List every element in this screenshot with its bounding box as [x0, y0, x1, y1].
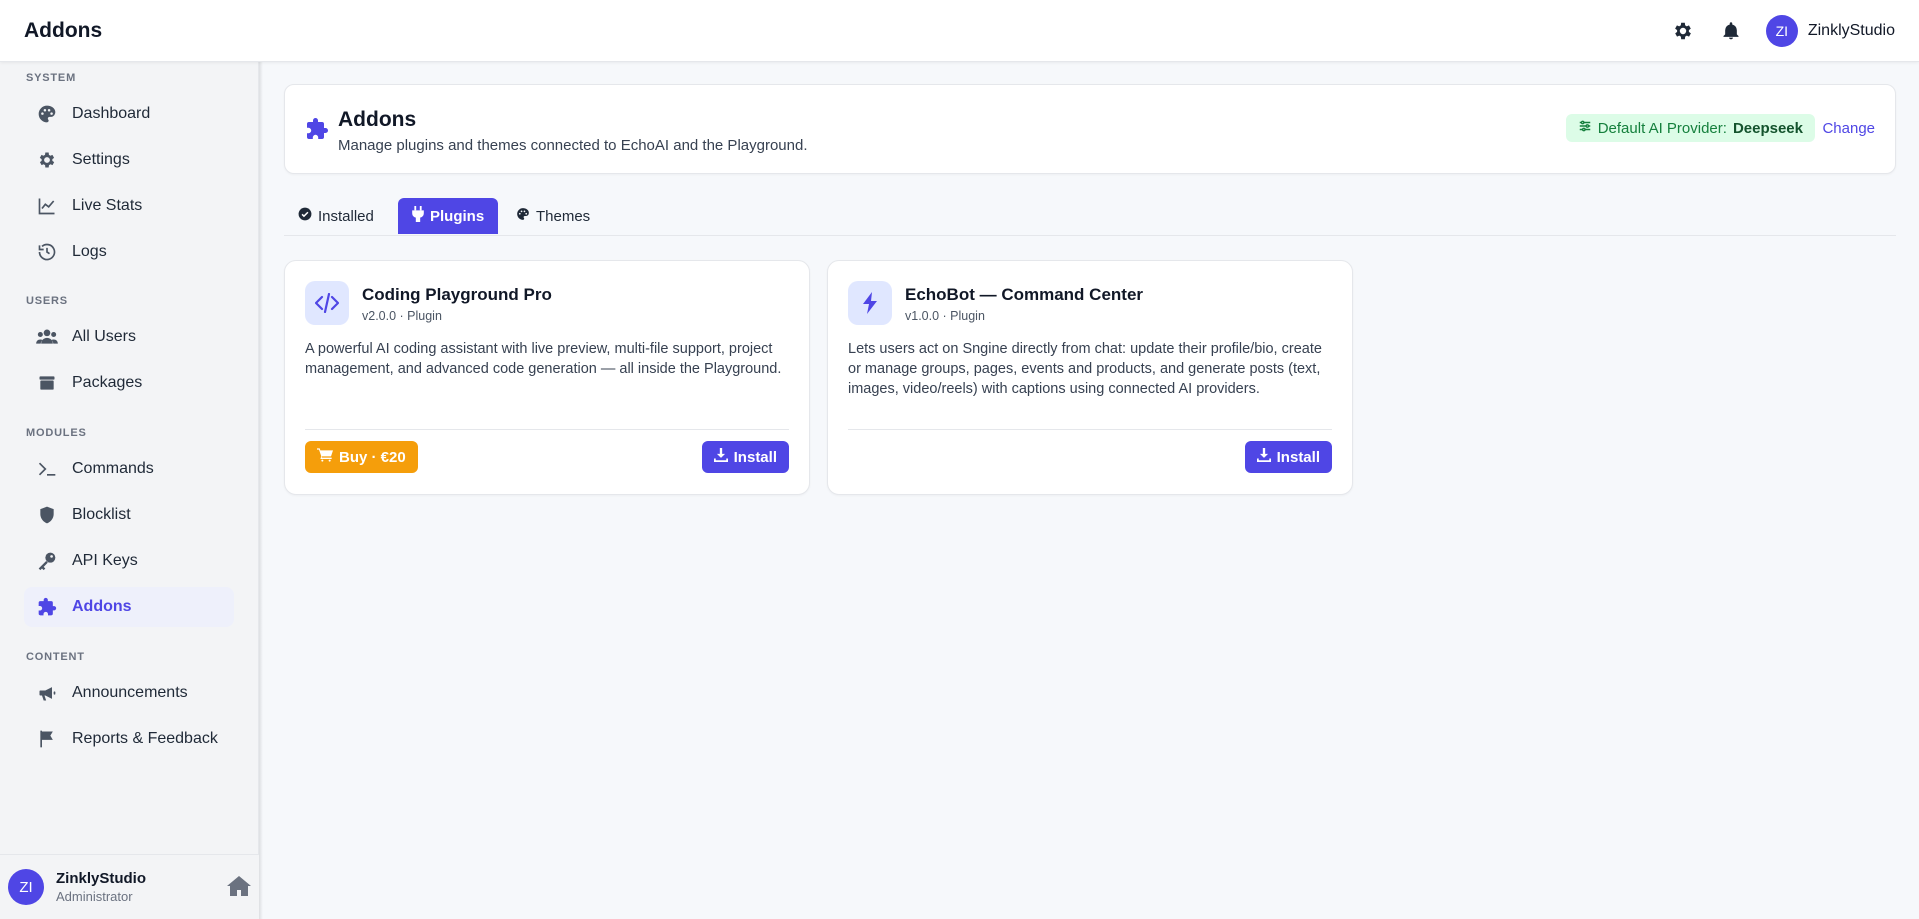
- top-bar-actions: ZI ZinklyStudio: [1670, 14, 1895, 47]
- addon-title: Coding Playground Pro: [362, 285, 552, 304]
- default-provider-badge: Default AI Provider: Deepseek: [1565, 114, 1815, 142]
- page-subtitle: Manage plugins and themes connected to E…: [338, 137, 808, 154]
- chart-line-icon: [36, 195, 58, 217]
- sidebar-item-blocklist[interactable]: Blocklist: [24, 495, 234, 535]
- sidebar-item-commands[interactable]: Commands: [24, 449, 234, 489]
- key-icon: [36, 550, 58, 572]
- sidebar-item-api-keys[interactable]: API Keys: [24, 541, 234, 581]
- bell-icon[interactable]: [1718, 18, 1744, 44]
- sidebar-item-reports-feedback[interactable]: Reports & Feedback: [24, 719, 234, 759]
- sidebar-item-packages[interactable]: Packages: [24, 363, 234, 403]
- sidebar-item-label: Settings: [72, 151, 130, 168]
- card-divider: [848, 429, 1332, 430]
- sliders-icon: [1578, 119, 1592, 137]
- puzzle-icon: [305, 117, 329, 146]
- page-header-card: Addons Manage plugins and themes connect…: [284, 84, 1896, 174]
- user-name: ZinklyStudio: [1807, 21, 1895, 39]
- sidebar-item-label: Dashboard: [72, 105, 151, 122]
- sidebar-item-addons[interactable]: Addons: [24, 587, 234, 627]
- tab-label: Installed: [318, 207, 374, 225]
- sidebar-item-label: Blocklist: [72, 506, 131, 523]
- addon-card-coding-playground: Coding Playground Pro v2.0.0 · Plugin A …: [284, 260, 810, 495]
- addon-card-echobot: EchoBot — Command Center v1.0.0 · Plugin…: [827, 260, 1353, 495]
- history-icon: [36, 241, 58, 263]
- page-title: Addons: [338, 108, 417, 131]
- sidebar-footer: ZI ZinklyStudio Administrator: [0, 854, 259, 919]
- user-role: Administrator: [56, 889, 133, 904]
- sidebar-item-label: Announcements: [72, 684, 188, 701]
- plug-icon: [412, 206, 424, 226]
- sidebar-item-settings[interactable]: Settings: [24, 140, 234, 180]
- palette-icon: [36, 103, 58, 125]
- sidebar-item-label: Live Stats: [72, 197, 143, 214]
- bolt-icon: [848, 281, 892, 325]
- section-label-users: USERS: [26, 295, 68, 307]
- sidebar-item-label: Packages: [72, 374, 143, 391]
- install-button[interactable]: Install: [1244, 441, 1332, 473]
- provider-value: Deepseek: [1732, 119, 1803, 137]
- sidebar-item-label: Addons: [72, 598, 132, 615]
- sidebar: SYSTEM Dashboard Settings Live Stats Log…: [0, 62, 259, 919]
- addon-description: A powerful AI coding assistant with live…: [305, 341, 782, 377]
- tab-plugins[interactable]: Plugins: [398, 198, 499, 234]
- gear-icon[interactable]: [1670, 18, 1696, 44]
- tab-label: Themes: [536, 207, 591, 225]
- avatar: ZI: [1765, 14, 1798, 47]
- sidebar-item-label: Commands: [72, 460, 154, 477]
- cart-icon: [317, 448, 333, 466]
- sidebar-item-all-users[interactable]: All Users: [24, 317, 234, 357]
- palette-icon: [516, 207, 530, 225]
- download-icon: [1256, 448, 1271, 466]
- sidebar-shadow: [259, 62, 263, 919]
- sidebar-item-announcements[interactable]: Announcements: [24, 673, 234, 713]
- section-label-content: CONTENT: [26, 651, 85, 663]
- app-title: Addons: [24, 18, 103, 42]
- tab-label: Plugins: [430, 207, 485, 225]
- provider-label: Default AI Provider:: [1597, 119, 1727, 137]
- megaphone-icon: [36, 682, 58, 704]
- home-icon[interactable]: [227, 875, 251, 902]
- change-provider-link[interactable]: Change: [1822, 120, 1875, 137]
- sidebar-item-logs[interactable]: Logs: [24, 232, 234, 272]
- gear-icon: [36, 149, 58, 171]
- section-label-modules: MODULES: [26, 427, 87, 439]
- addon-meta: v1.0.0 · Plugin: [905, 309, 985, 323]
- tab-themes[interactable]: Themes: [502, 198, 604, 234]
- install-label: Install: [1276, 448, 1320, 466]
- sidebar-item-label: Logs: [72, 243, 107, 260]
- addon-title: EchoBot — Command Center: [905, 285, 1144, 304]
- code-icon: [305, 281, 349, 325]
- sidebar-item-live-stats[interactable]: Live Stats: [24, 186, 234, 226]
- addon-meta: v2.0.0 · Plugin: [362, 309, 442, 323]
- sidebar-item-label: Reports & Feedback: [72, 730, 218, 747]
- sidebar-item-label: API Keys: [72, 552, 138, 569]
- shield-icon: [36, 504, 58, 526]
- sidebar-item-label: All Users: [72, 328, 137, 345]
- install-button[interactable]: Install: [701, 441, 789, 473]
- buy-button[interactable]: Buy · €20: [305, 441, 418, 473]
- download-icon: [713, 448, 728, 466]
- section-label-system: SYSTEM: [26, 72, 77, 84]
- user-menu[interactable]: ZI ZinklyStudio: [1765, 14, 1895, 47]
- tab-installed[interactable]: Installed: [284, 198, 388, 234]
- box-icon: [36, 372, 58, 394]
- addon-tabs: Installed Plugins Themes: [284, 198, 1896, 236]
- card-divider: [305, 429, 789, 430]
- puzzle-icon: [36, 596, 58, 618]
- terminal-icon: [36, 458, 58, 480]
- buy-label: Buy · €20: [339, 448, 406, 466]
- install-label: Install: [733, 448, 777, 466]
- user-name: ZinklyStudio: [56, 870, 146, 887]
- flag-icon: [36, 728, 58, 750]
- users-icon: [36, 326, 58, 348]
- user-info: ZinklyStudio Administrator: [56, 870, 146, 904]
- addon-description: Lets users act on Sngine directly from c…: [848, 341, 1322, 397]
- sidebar-item-dashboard[interactable]: Dashboard: [24, 94, 234, 134]
- top-bar: Addons ZI ZinklyStudio: [0, 0, 1919, 62]
- check-circle-icon: [298, 207, 312, 225]
- avatar[interactable]: ZI: [8, 869, 44, 905]
